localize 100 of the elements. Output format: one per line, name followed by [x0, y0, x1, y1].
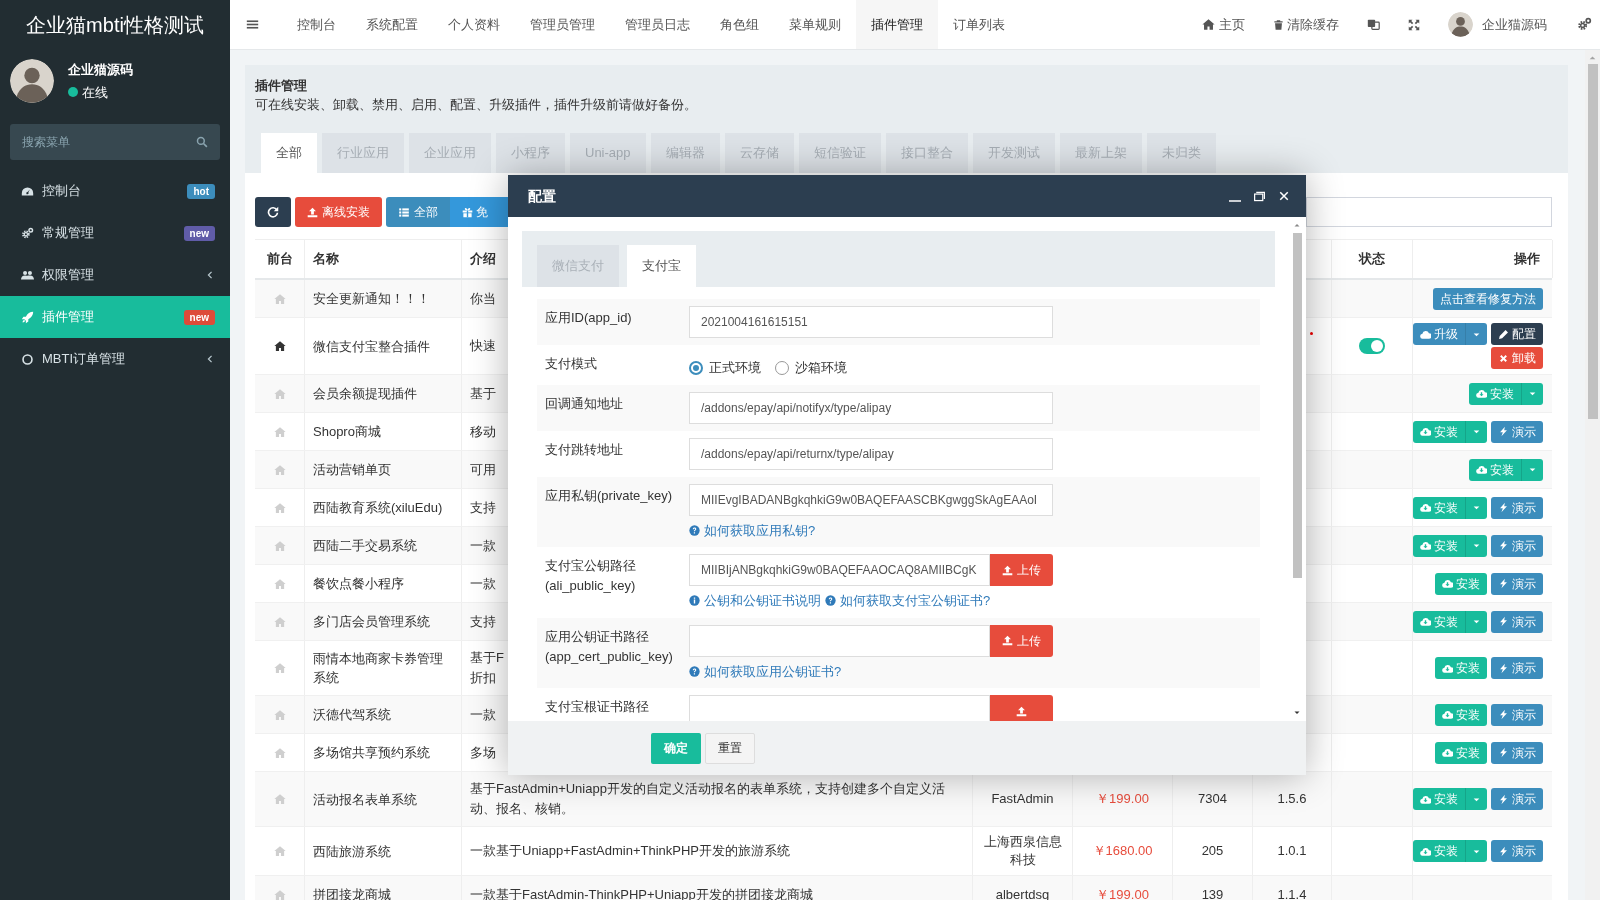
language-icon: [1367, 18, 1380, 31]
radio-option[interactable]: 沙箱环境: [775, 358, 847, 378]
table-cell-text: 支持: [470, 498, 496, 517]
input-field[interactable]: MIIBIjANBgkqhkiG9w0BAQEFAAOCAQ8AMIIBCgK: [689, 554, 990, 586]
input-field[interactable]: /addons/epay/api/returnx/type/alipay: [689, 437, 1053, 470]
nav-tab[interactable]: 系统配置: [351, 0, 433, 49]
input-field[interactable]: MIIEvgIBADANBgkqhkiG9w0BAQEFAASCBKgwggSkAgEAAoI: [689, 483, 1053, 516]
install-button[interactable]: 安装: [1469, 382, 1521, 405]
refresh-button[interactable]: [255, 197, 291, 227]
input-field[interactable]: /addons/epay/api/notifyx/type/alipay: [689, 391, 1053, 424]
dropdown-button[interactable]: [1465, 323, 1487, 345]
close-button[interactable]: [1278, 190, 1290, 202]
fix-guide-button[interactable]: 点击查看修复方法: [1433, 287, 1543, 310]
dialog-tab[interactable]: 支付宝: [627, 245, 696, 287]
menu-item[interactable]: 权限管理: [0, 254, 230, 296]
clear-cache-link[interactable]: 清除缓存: [1259, 14, 1353, 35]
install-button[interactable]: 安装: [1413, 496, 1465, 519]
install-button[interactable]: 安装: [1435, 572, 1487, 595]
install-button[interactable]: 安装: [1435, 703, 1487, 726]
nav-tab[interactable]: 管理员管理: [515, 0, 610, 49]
demo-button[interactable]: 演示: [1491, 610, 1543, 633]
user-menu[interactable]: 企业猫源码: [1434, 12, 1561, 37]
nav-tab[interactable]: 菜单规则: [774, 0, 856, 49]
cloud-download-icon: [1442, 578, 1453, 589]
demo-button[interactable]: 演示: [1491, 703, 1543, 726]
maximize-button[interactable]: [1253, 189, 1266, 203]
demo-button[interactable]: 演示: [1491, 741, 1543, 764]
nav-tab[interactable]: 插件管理: [856, 0, 938, 49]
search-field[interactable]: [1306, 197, 1552, 227]
nav-tab[interactable]: 订单列表: [938, 0, 1020, 49]
menu-item[interactable]: 插件管理 new: [0, 296, 230, 338]
radio-button[interactable]: [689, 360, 703, 375]
help-link[interactable]: 如何获取支付宝公钥证书?: [840, 591, 991, 611]
category-tab[interactable]: 全部: [261, 133, 317, 173]
cloud-download-icon: [1442, 709, 1453, 720]
column-header[interactable]: 前台: [266, 249, 293, 269]
column-header[interactable]: 名称: [313, 249, 339, 269]
dialog-title: 配置: [528, 186, 556, 206]
demo-button[interactable]: 演示: [1491, 840, 1543, 862]
upload-button[interactable]: 上传: [990, 624, 1053, 657]
demo-button[interactable]: 演示: [1491, 657, 1543, 679]
search-field[interactable]: 搜索菜单: [10, 124, 220, 160]
install-button[interactable]: 安装: [1413, 534, 1465, 557]
install-button[interactable]: 安装: [1413, 610, 1465, 633]
upload-button[interactable]: [990, 695, 1053, 721]
install-button[interactable]: 安装: [1413, 840, 1465, 862]
table-cell-text: 西陆教育系统(xiluEdu): [313, 499, 443, 517]
upload-button[interactable]: 上传: [990, 554, 1053, 586]
home-link[interactable]: 主页: [1188, 14, 1259, 35]
confirm-button[interactable]: 确定: [651, 732, 701, 764]
scrollbar-thumb[interactable]: [1587, 64, 1598, 419]
dropdown-button[interactable]: [1465, 610, 1487, 633]
upgrade-button[interactable]: 升级: [1413, 323, 1465, 345]
panel-title: 插件管理: [255, 77, 308, 95]
help-link[interactable]: 如何获取应用公钥证书?: [704, 661, 842, 681]
input-field[interactable]: [689, 695, 990, 721]
uninstall-button[interactable]: 卸载: [1491, 347, 1543, 369]
filter-button[interactable]: 全部: [386, 197, 450, 227]
table-cell-text: 7304: [1198, 790, 1227, 809]
reset-button[interactable]: 重置: [705, 732, 755, 764]
demo-button[interactable]: 演示: [1491, 496, 1543, 519]
dropdown-button[interactable]: [1465, 840, 1487, 862]
nav-tab[interactable]: 个人资料: [433, 0, 515, 49]
nav-tab[interactable]: 管理员日志: [610, 0, 705, 49]
install-button[interactable]: 安装: [1435, 657, 1487, 679]
dropdown-button[interactable]: [1521, 458, 1543, 481]
help-link[interactable]: 如何获取应用私钥?: [704, 520, 816, 540]
menu-item[interactable]: MBTI订单管理: [0, 338, 230, 380]
radio-button[interactable]: [775, 360, 789, 375]
dropdown-button[interactable]: [1465, 534, 1487, 557]
dropdown-button[interactable]: [1465, 420, 1487, 443]
offline-install-button[interactable]: 离线安装: [295, 197, 382, 227]
dropdown-button[interactable]: [1521, 382, 1543, 405]
demo-button[interactable]: 演示: [1491, 534, 1543, 557]
menu-item[interactable]: 控制台 hot: [0, 170, 230, 212]
refresh-icon: [267, 206, 279, 218]
install-button[interactable]: 安装: [1469, 458, 1521, 481]
dropdown-button[interactable]: [1465, 788, 1487, 810]
cloud-download-icon: [1420, 793, 1431, 805]
config-button[interactable]: 配置: [1491, 323, 1543, 345]
toggle-switch[interactable]: [1359, 338, 1385, 354]
input-field[interactable]: 2021004161615151: [689, 306, 1053, 338]
input-field[interactable]: [689, 624, 990, 657]
nav-tab[interactable]: 角色组: [705, 0, 774, 49]
column-header[interactable]: 状态: [1359, 249, 1385, 269]
scrollbar-thumb[interactable]: [1292, 233, 1302, 578]
help-link[interactable]: 公钥和公钥证书说明: [704, 591, 821, 611]
demo-button[interactable]: 演示: [1491, 788, 1543, 810]
bolt-icon: [1498, 709, 1509, 720]
menu-item[interactable]: 常规管理 new: [0, 212, 230, 254]
install-button[interactable]: 安装: [1413, 788, 1465, 810]
demo-button[interactable]: 演示: [1491, 420, 1543, 443]
demo-button[interactable]: 演示: [1491, 572, 1543, 595]
radio-option[interactable]: 正式环境: [689, 358, 761, 378]
nav-tab[interactable]: 控制台: [282, 0, 351, 49]
column-header[interactable]: 介绍: [470, 249, 496, 269]
dropdown-button[interactable]: [1465, 496, 1487, 519]
install-button[interactable]: 安装: [1413, 420, 1465, 443]
install-button[interactable]: 安装: [1435, 741, 1487, 764]
column-header[interactable]: 操作: [1514, 249, 1540, 269]
